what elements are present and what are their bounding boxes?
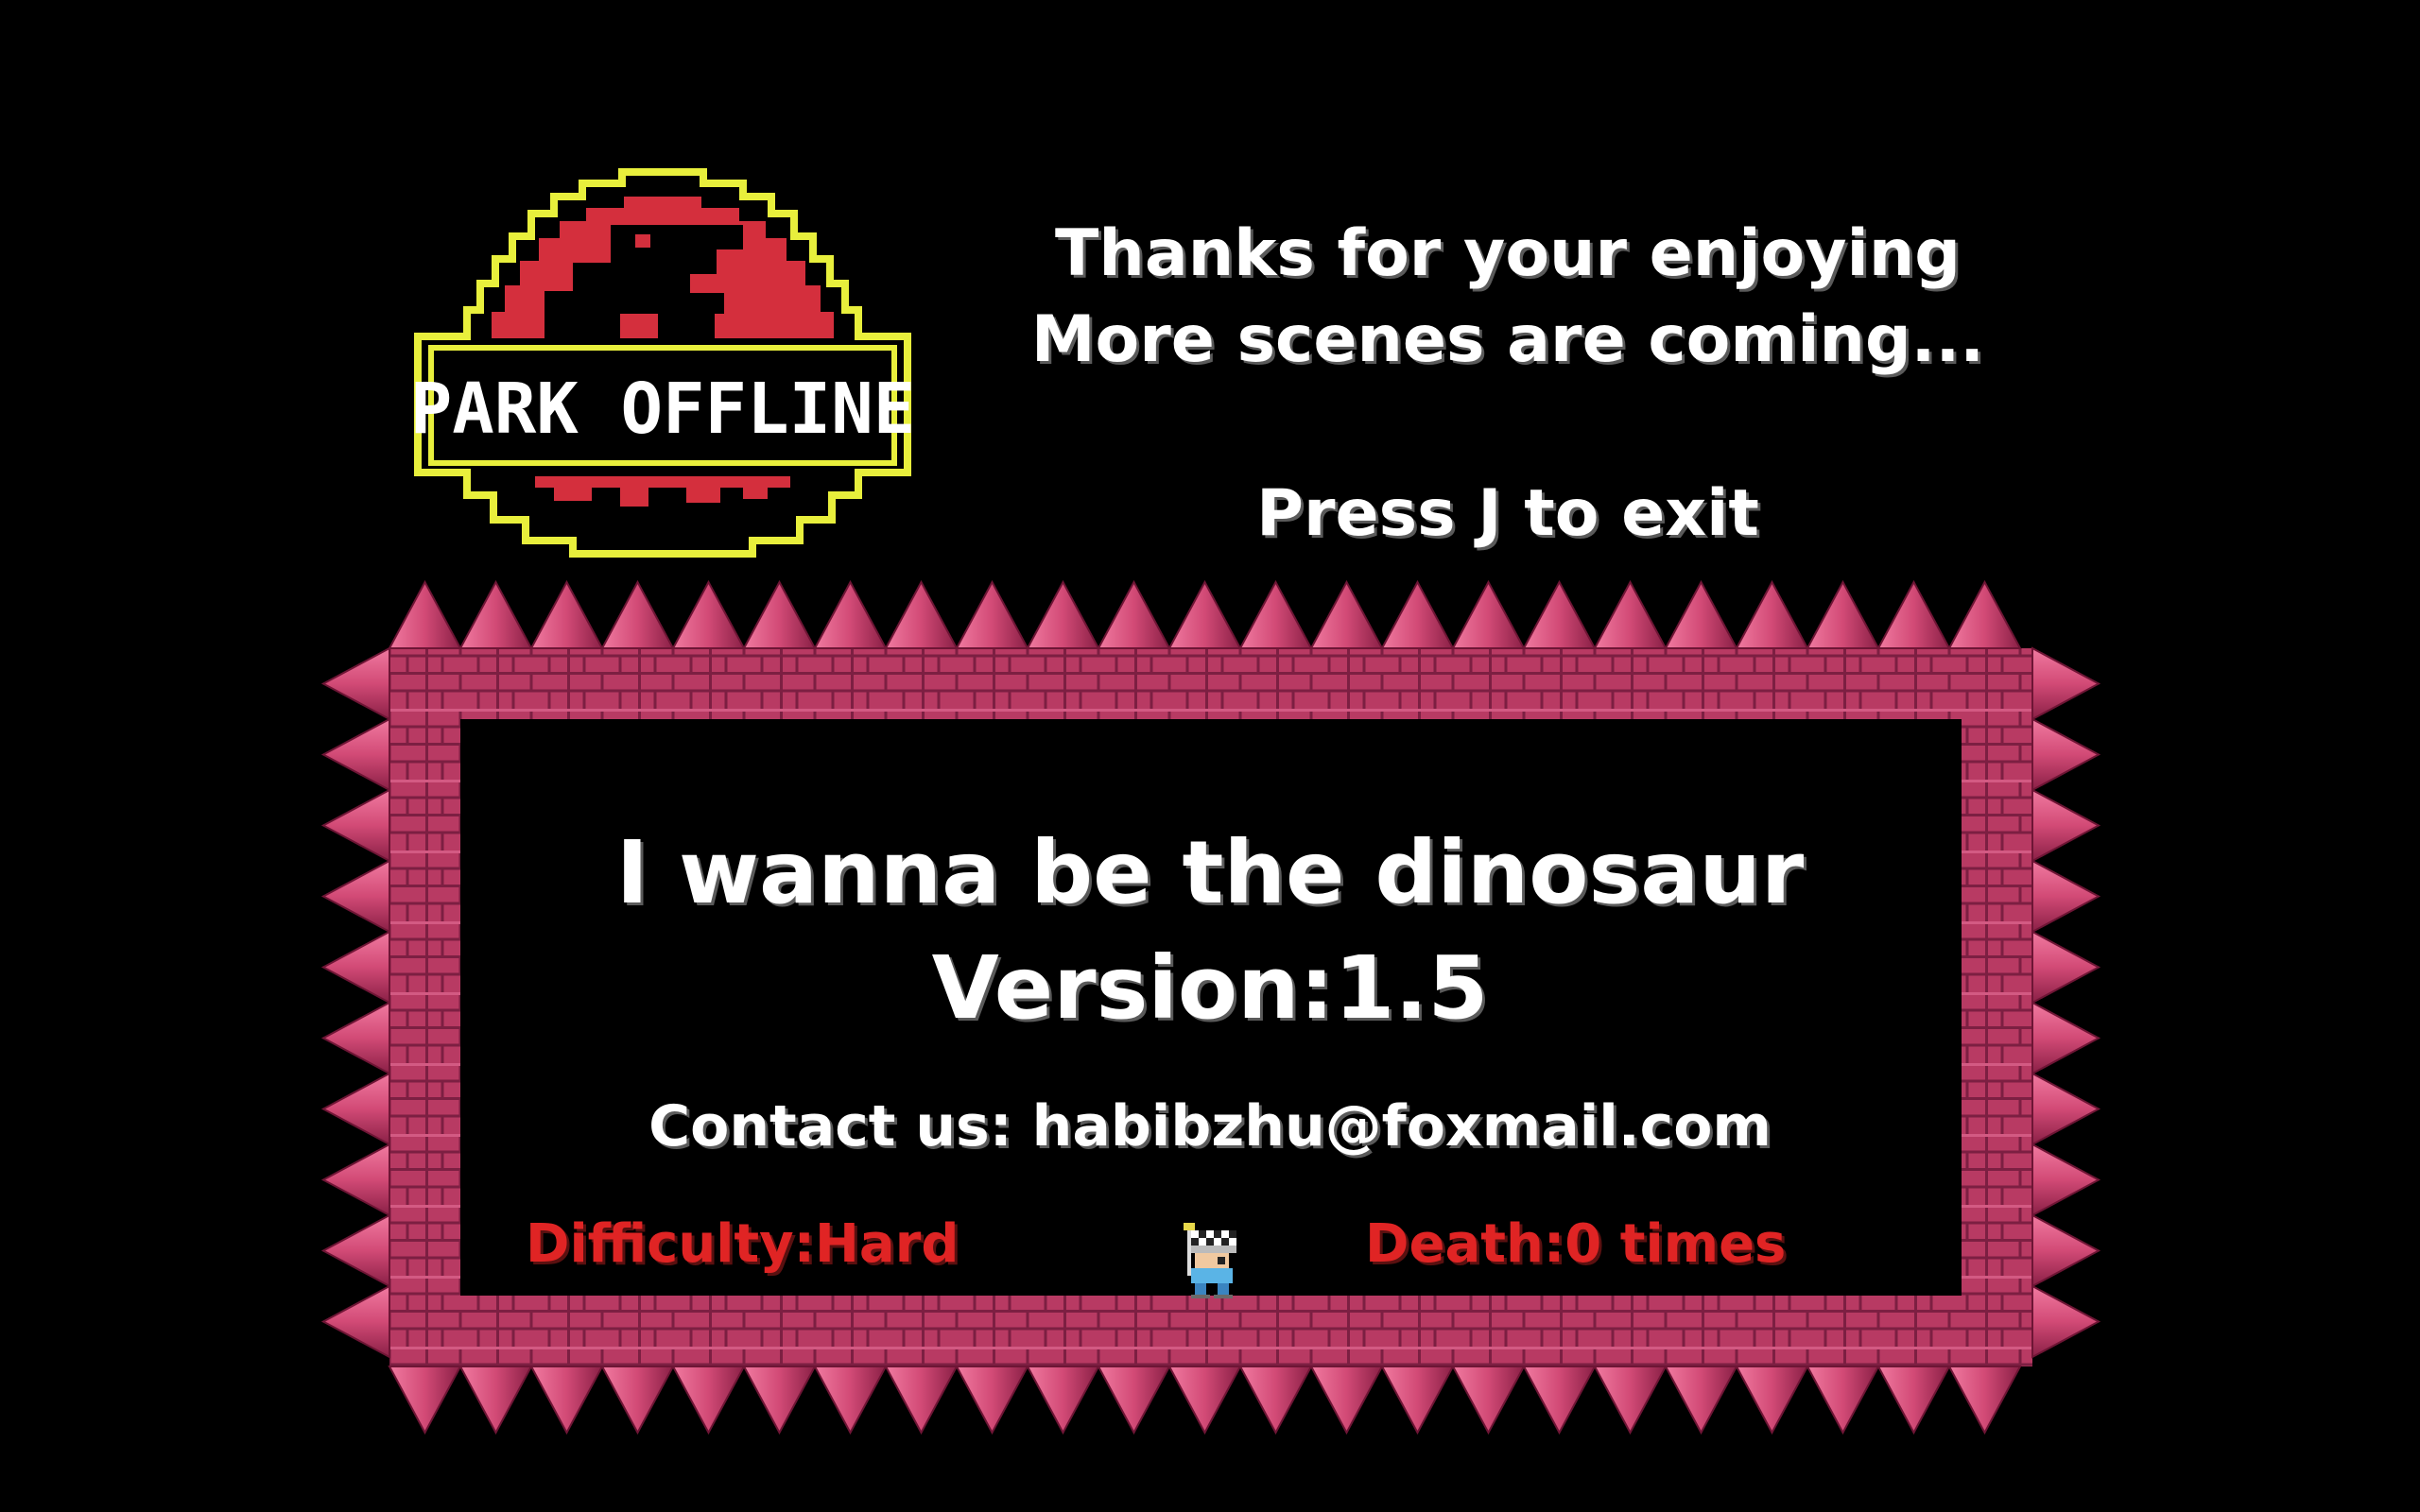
spike — [2031, 859, 2101, 934]
spike — [2031, 788, 2101, 863]
spike — [1380, 1366, 1455, 1435]
spike — [388, 1366, 462, 1435]
spike — [1664, 1366, 1738, 1435]
spike — [1876, 579, 1951, 649]
spike — [2031, 646, 2101, 721]
spike — [320, 1072, 390, 1146]
spike — [458, 1366, 533, 1435]
spike — [1026, 579, 1100, 649]
spike-row-bottom — [388, 1366, 2022, 1435]
spike — [1522, 579, 1597, 649]
spike — [955, 1366, 1029, 1435]
spike — [1876, 1366, 1951, 1435]
spike — [813, 579, 888, 649]
spike — [2031, 1143, 2101, 1217]
spike — [884, 1366, 959, 1435]
spike — [884, 579, 959, 649]
spike — [388, 579, 462, 649]
spike — [1947, 579, 2022, 649]
spike — [1735, 579, 1809, 649]
spike — [600, 1366, 675, 1435]
spike — [2031, 717, 2101, 792]
spike-row-top — [388, 579, 2022, 649]
spike — [320, 646, 390, 721]
spike — [1735, 1366, 1809, 1435]
version-label: Version:1.5 — [931, 937, 1489, 1039]
spike — [1593, 1366, 1668, 1435]
spike — [1806, 1366, 1880, 1435]
spike — [671, 579, 746, 649]
spike — [1309, 1366, 1384, 1435]
spike — [2031, 930, 2101, 1005]
spike — [2031, 1001, 2101, 1075]
spike — [1806, 579, 1880, 649]
spike — [1947, 1366, 2022, 1435]
spike — [1167, 1366, 1242, 1435]
spike — [742, 1366, 817, 1435]
spike — [1380, 579, 1455, 649]
game-title: I wanna be the dinosaur — [615, 822, 1805, 923]
spike — [2031, 1213, 2101, 1288]
spike — [955, 579, 1029, 649]
spike — [1167, 579, 1242, 649]
spike — [320, 788, 390, 863]
spike-column-right — [2031, 646, 2101, 1359]
spike — [2031, 1284, 2101, 1359]
spike — [1097, 579, 1171, 649]
spike — [742, 579, 817, 649]
spike — [1238, 579, 1313, 649]
spike — [1664, 579, 1738, 649]
spike — [671, 1366, 746, 1435]
contact-email: Contact us: habibzhu@foxmail.com — [648, 1093, 1772, 1160]
spike-column-left — [320, 646, 390, 1359]
spike — [320, 930, 390, 1005]
game-screen: PARK OFFLINE Thanks for your enjoying Mo… — [0, 0, 2420, 1512]
spike — [320, 1143, 390, 1217]
spike — [1593, 579, 1668, 649]
spike — [1097, 1366, 1171, 1435]
spike — [320, 1213, 390, 1288]
spike — [320, 859, 390, 934]
spike — [320, 1284, 390, 1359]
death-counter: Death:0 times — [1365, 1213, 1787, 1275]
spike — [1026, 1366, 1100, 1435]
spike — [600, 579, 675, 649]
spike — [529, 579, 604, 649]
difficulty-label: Difficulty:Hard — [526, 1213, 959, 1275]
spike — [529, 1366, 604, 1435]
spike — [458, 579, 533, 649]
spike — [2031, 1072, 2101, 1146]
spike — [1451, 1366, 1526, 1435]
spike — [320, 1001, 390, 1075]
kid-with-checkered-flag-icon — [1184, 1223, 1236, 1298]
spike — [813, 1366, 888, 1435]
spike — [1522, 1366, 1597, 1435]
spike — [1238, 1366, 1313, 1435]
spike — [320, 717, 390, 792]
spike — [1309, 579, 1384, 649]
spike — [1451, 579, 1526, 649]
